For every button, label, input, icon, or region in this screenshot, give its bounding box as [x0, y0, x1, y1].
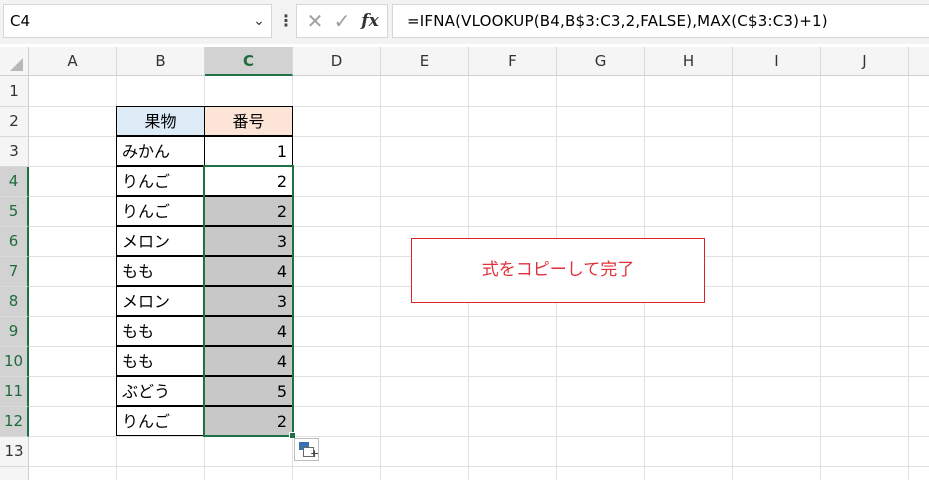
chevron-down-icon[interactable]: ⌄: [248, 4, 270, 38]
row-header-8[interactable]: 8: [0, 287, 29, 317]
cell-b8[interactable]: メロン: [116, 286, 205, 316]
column-header-k[interactable]: [909, 47, 929, 76]
row-header-14[interactable]: [0, 467, 29, 480]
check-icon[interactable]: ✓: [330, 5, 354, 37]
formula-buttons: ✕ ✓ fx: [296, 4, 388, 38]
column-header-j[interactable]: J: [821, 47, 909, 76]
column-header-a[interactable]: A: [29, 47, 117, 76]
more-options-icon[interactable]: ⋮: [278, 6, 294, 36]
row-header-10[interactable]: 10: [0, 347, 29, 377]
row-header-11[interactable]: 11: [0, 377, 29, 407]
row-header-7[interactable]: 7: [0, 257, 29, 287]
column-header-f[interactable]: F: [469, 47, 557, 76]
row-header-12[interactable]: 12: [0, 407, 29, 437]
name-box[interactable]: C4: [3, 4, 272, 38]
row-header-4[interactable]: 4: [0, 167, 29, 197]
formula-bar: C4 ⌄ ⋮ ✕ ✓ fx =IFNA(VLOOKUP(B4,B$3:C3,2,…: [0, 0, 929, 44]
grid-line: [29, 436, 929, 437]
row-header-6[interactable]: 6: [0, 227, 29, 257]
column-header-b[interactable]: B: [117, 47, 205, 76]
column-header-e[interactable]: E: [381, 47, 469, 76]
cell-b12[interactable]: りんご: [116, 406, 205, 436]
plus-icon: +: [310, 447, 320, 460]
column-header-c[interactable]: C: [205, 47, 293, 76]
select-all-icon: [10, 58, 23, 71]
formula-input[interactable]: =IFNA(VLOOKUP(B4,B$3:C3,2,FALSE),MAX(C$3…: [392, 4, 929, 38]
cell-b3[interactable]: みかん: [116, 136, 205, 166]
cell-b2[interactable]: 果物: [116, 106, 205, 136]
row-header-1[interactable]: 1: [0, 76, 29, 107]
paste-options-button[interactable]: +: [294, 438, 319, 461]
row-header-13[interactable]: 13: [0, 437, 29, 467]
column-header-i[interactable]: I: [733, 47, 821, 76]
cell-c3[interactable]: 1: [204, 136, 293, 166]
cell-b11[interactable]: ぶどう: [116, 376, 205, 406]
cell-b5[interactable]: りんご: [116, 196, 205, 226]
cell-b10[interactable]: もも: [116, 346, 205, 376]
cancel-icon[interactable]: ✕: [303, 5, 327, 37]
column-header-h[interactable]: H: [645, 47, 733, 76]
row-header-5[interactable]: 5: [0, 197, 29, 227]
cell-b9[interactable]: もも: [116, 316, 205, 346]
annotation-box: 式をコピーして完了: [411, 238, 705, 303]
grid-line: [29, 466, 929, 467]
selection-border: [203, 165, 294, 437]
row-header-3[interactable]: 3: [0, 137, 29, 167]
column-header-d[interactable]: D: [293, 47, 381, 76]
cell-b7[interactable]: もも: [116, 256, 205, 286]
cell-b6[interactable]: メロン: [116, 226, 205, 256]
column-header-g[interactable]: G: [557, 47, 645, 76]
cell-c2[interactable]: 番号: [204, 106, 293, 136]
column-headers: A B C D E F G H I J: [0, 47, 929, 76]
cell-b4[interactable]: りんご: [116, 166, 205, 196]
row-header-9[interactable]: 9: [0, 317, 29, 347]
row-header-2[interactable]: 2: [0, 107, 29, 137]
select-all-button[interactable]: [0, 47, 29, 76]
insert-function-button[interactable]: fx: [358, 5, 382, 37]
